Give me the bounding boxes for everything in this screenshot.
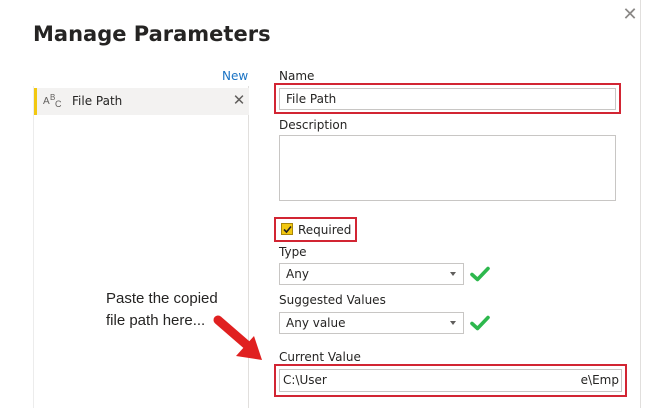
new-parameter-link[interactable]: New	[222, 69, 248, 83]
chevron-down-icon	[450, 321, 456, 325]
close-icon[interactable]: ✕	[621, 6, 639, 24]
annotation-text: Paste the copied file path here...	[106, 288, 218, 332]
checkmark-icon	[283, 225, 292, 234]
type-select-value: Any	[286, 267, 309, 281]
dialog-edge	[640, 0, 641, 408]
suggested-values-select-value: Any value	[286, 316, 346, 330]
dialog-title: Manage Parameters	[33, 22, 271, 46]
valid-check-icon	[470, 266, 490, 282]
annotation-line-2: file path here...	[106, 312, 206, 329]
name-label: Name	[279, 69, 315, 83]
description-label: Description	[279, 118, 348, 132]
description-textarea[interactable]	[279, 135, 616, 201]
current-value-label: Current Value	[279, 350, 361, 364]
current-value-text-end: e\Emp	[580, 373, 619, 387]
text-type-icon: A B C	[43, 93, 65, 110]
required-checkbox[interactable]	[281, 223, 293, 235]
suggested-values-select[interactable]: Any value	[279, 312, 464, 334]
type-label: Type	[279, 245, 307, 259]
icon-letter-c: C	[55, 99, 62, 109]
annotation-line-1: Paste the copied	[106, 290, 218, 307]
type-select[interactable]: Any	[279, 263, 464, 285]
current-value-input[interactable]: C:\User e\Emp	[279, 369, 622, 392]
list-item-label: File Path	[72, 94, 123, 108]
current-value-text-start: C:\User	[283, 373, 327, 387]
manage-parameters-dialog: ✕ Manage Parameters New A B C File Path …	[0, 0, 650, 408]
suggested-values-label: Suggested Values	[279, 293, 386, 307]
remove-parameter-icon[interactable]: ✕	[232, 92, 246, 108]
valid-check-icon	[470, 315, 490, 331]
icon-letter-a: A	[43, 96, 50, 107]
required-label: Required	[298, 223, 352, 237]
name-input[interactable]: File Path	[279, 88, 616, 110]
chevron-down-icon	[450, 272, 456, 276]
red-arrow-icon	[213, 315, 262, 360]
list-item-file-path[interactable]: A B C File Path ✕	[34, 88, 249, 115]
